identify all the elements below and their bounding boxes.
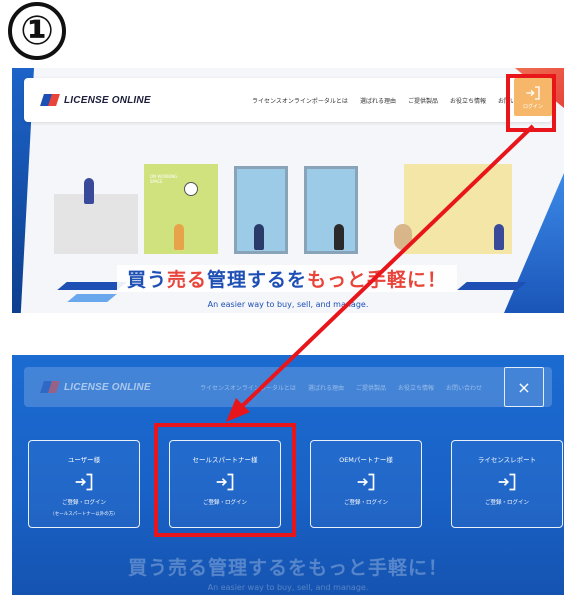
person-figure [254,224,264,250]
nav-link-products[interactable]: ご提供製品 [408,96,438,105]
catch-particle: を [287,268,308,291]
website-screenshot-top: LICENSE ONLINE ライセンスオンラインポータルとは 選ばれる理由 ご… [12,68,564,313]
step-number-badge: ① [8,2,66,60]
login-card-user[interactable]: ユーザー様 ご登録・ログイン （セールスパートナー以外の方） [28,440,140,528]
nav-link-info[interactable]: お役立ち情報 [450,96,486,105]
catch-easier: もっと手軽に！ [307,268,448,291]
catchphrase-text: 買う売る管理するをもっと手軽に！ [116,264,458,292]
site-navbar: LICENSE ONLINE ライセンスオンラインポータルとは 選ばれる理由 ご… [24,78,552,122]
ghost-catch-part: を [288,557,309,579]
ghost-tagline: An easier way to buy, sell, and manage. [207,583,369,592]
card-title: ライセンスレポート [477,456,537,464]
hero-illustration: ON WORKING SPACE [54,146,524,264]
illustration-window-2 [304,166,358,254]
ghost-navbar: LICENSE ONLINE ライセンスオンラインポータルとは 選ばれる理由 ご… [24,367,552,407]
person-figure [174,224,184,250]
catch-sell: 売る [166,268,207,291]
wall-sign: ON WORKING SPACE [150,174,178,184]
ghost-nav-link: ご提供製品 [355,384,386,392]
ghost-logo-text: LICENSE ONLINE [64,381,151,393]
login-icon [357,473,375,491]
ghost-catch-part: もっと手軽に！ [308,557,449,579]
ghost-nav-link: 選ばれる理由 [307,384,344,392]
egg-chair [394,224,412,250]
login-icon [498,473,516,491]
site-logo[interactable]: LICENSE ONLINE [42,94,151,106]
nav-link-about[interactable]: ライセンスオンラインポータルとは [252,96,348,105]
nav-link-reasons[interactable]: 選ばれる理由 [360,96,396,105]
hero-catchphrase: 買う売る管理するをもっと手軽に！ [52,258,522,298]
clock-icon [184,182,198,196]
nav-links: ライセンスオンラインポータルとは 選ばれる理由 ご提供製品 お役立ち情報 お問い… [240,96,534,105]
login-highlight-box [506,74,556,132]
login-card-oem-partner[interactable]: OEMパートナー様 ご登録・ログイン [310,440,422,528]
catch-buy: 買う [126,268,167,291]
person-figure [494,224,504,250]
card-action: ご登録・ログイン [61,500,106,506]
ghost-logo: LICENSE ONLINE [42,381,151,393]
login-icon [75,473,93,491]
logo-text: LICENSE ONLINE [64,94,151,106]
ghost-catch-part: 買う [127,557,168,579]
sales-partner-highlight-box [154,423,296,537]
card-action: ご登録・ログイン [484,500,529,506]
illustration-steps [54,194,138,254]
ghost-catch-part: 売る [167,557,208,579]
ghost-catch-part: 管理する [207,557,288,579]
card-title: ユーザー様 [67,456,101,464]
close-icon: × [517,377,531,397]
ghost-nav-link: お問い合わせ [445,384,482,392]
ghost-catchphrase: 買う売る管理するをもっと手軽に！ [12,553,564,580]
logo-mark-icon [42,94,60,106]
card-note: （セールスパートナー以外の方） [50,512,118,517]
hero-tagline: An easier way to buy, sell, and manage. [207,300,369,309]
close-modal-button[interactable]: × [504,367,544,407]
ghost-nav-link: ライセンスオンラインポータルとは [200,384,296,392]
ghost-nav-links: ライセンスオンラインポータルとは 選ばれる理由 ご提供製品 お役立ち情報 お問い… [188,383,482,392]
catch-manage: 管理する [206,268,287,291]
logo-mark-icon [42,381,60,393]
person-figure [84,178,94,204]
person-figure [334,224,344,250]
login-modal-screenshot: LICENSE ONLINE ライセンスオンラインポータルとは 選ばれる理由 ご… [12,355,564,595]
card-title: OEMパートナー様 [339,456,393,464]
ghost-nav-link: お役立ち情報 [397,384,434,392]
card-action: ご登録・ログイン [343,500,388,506]
login-card-license-report[interactable]: ライセンスレポート ご登録・ログイン [451,440,563,528]
